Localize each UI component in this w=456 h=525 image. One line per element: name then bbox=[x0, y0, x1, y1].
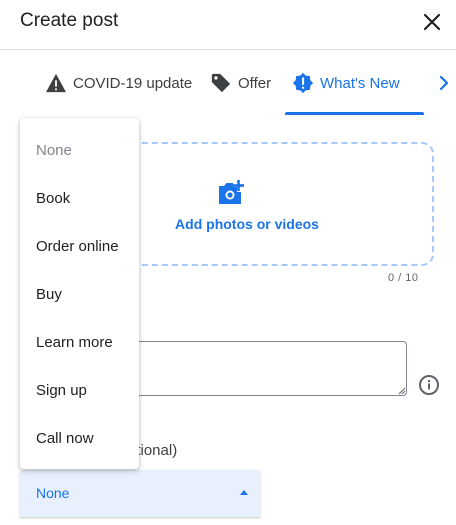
resize-handle-icon[interactable] bbox=[398, 387, 406, 395]
dialog-title: Create post bbox=[20, 10, 119, 31]
info-icon[interactable] bbox=[418, 374, 440, 396]
tag-icon bbox=[211, 73, 231, 93]
menu-item-buy[interactable]: Buy bbox=[20, 270, 139, 318]
close-icon[interactable] bbox=[420, 10, 444, 34]
menu-item-none: None bbox=[36, 141, 72, 159]
tab-offer[interactable]: Offer bbox=[210, 51, 271, 115]
media-counter: 0 / 10 bbox=[388, 272, 419, 284]
caret-up-icon bbox=[240, 490, 248, 495]
warning-icon bbox=[46, 73, 66, 93]
tab-covid-update[interactable]: COVID-19 update bbox=[45, 51, 192, 115]
menu-item-call-now[interactable]: Call now bbox=[20, 414, 139, 462]
dialog-header: Create post bbox=[0, 0, 456, 50]
menu-item-order-online[interactable]: Order online bbox=[20, 222, 139, 270]
tab-label: COVID-19 update bbox=[73, 74, 193, 92]
post-type-tabs: COVID-19 update Offer What's New bbox=[0, 51, 456, 115]
button-type-menu: None Book Order online Buy Learn more Si… bbox=[20, 118, 139, 469]
add-photo-icon bbox=[219, 180, 244, 204]
alert-badge-icon bbox=[292, 72, 314, 94]
menu-item-book[interactable]: Book bbox=[20, 174, 139, 222]
tab-label: Offer bbox=[238, 74, 272, 92]
button-type-select[interactable]: None bbox=[20, 470, 260, 517]
menu-item-learn-more[interactable]: Learn more bbox=[20, 318, 139, 366]
menu-item-sign-up[interactable]: Sign up bbox=[20, 366, 139, 414]
tab-whats-new[interactable]: What's New bbox=[292, 51, 400, 115]
tab-label: What's New bbox=[320, 74, 400, 92]
chevron-right-icon[interactable] bbox=[434, 73, 454, 93]
select-value: None bbox=[36, 485, 70, 501]
active-tab-indicator bbox=[285, 112, 424, 115]
